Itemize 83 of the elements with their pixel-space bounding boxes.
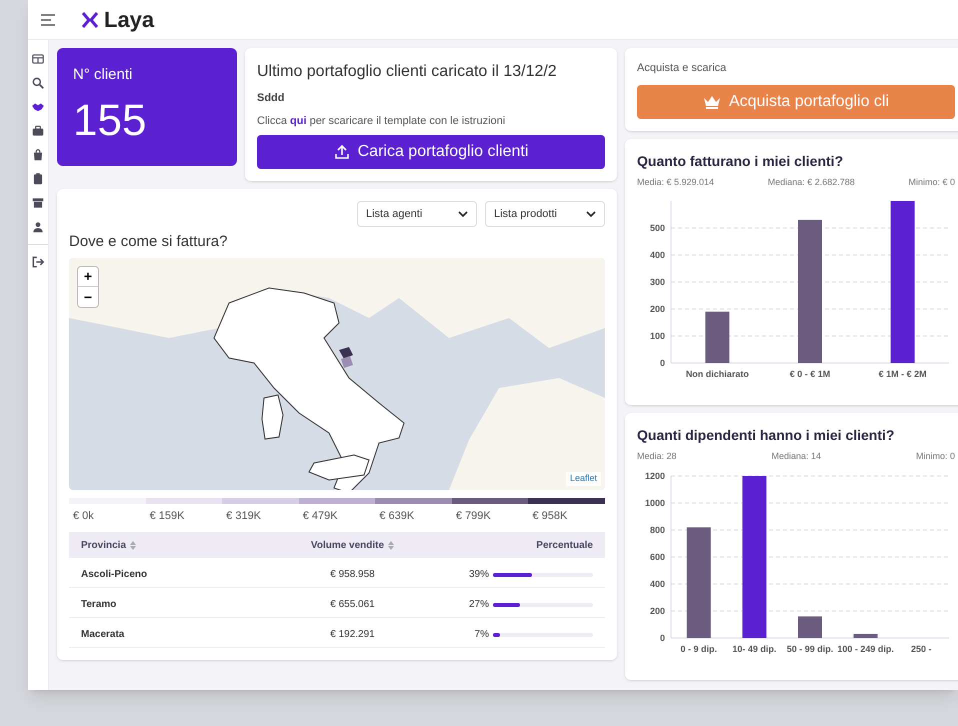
menu-icon[interactable] [40, 12, 56, 26]
zoom-in-button[interactable]: + [78, 266, 98, 286]
table-cell-text: Ascoli-Piceno [81, 568, 148, 582]
axis-tick-label: 800 [650, 524, 665, 534]
upload-icon [334, 144, 350, 160]
stat-text: Mediana: € 2.682.788 [768, 176, 855, 188]
file-name: Sddd [257, 91, 286, 106]
chevron-down-icon [586, 211, 596, 217]
zoom-out-button[interactable]: − [78, 286, 98, 306]
percent-text: 7% [474, 628, 489, 642]
axis-tick-label: 200 [650, 304, 665, 314]
axis-category-label: 50 - 99 dip. [786, 644, 834, 654]
bag-icon[interactable] [31, 148, 45, 162]
table-cell-text: € 958.958 [329, 568, 376, 582]
column-header[interactable]: Provincia [81, 538, 126, 552]
hint-text: Clicca qui per scaricare il template con le istruzioni [257, 114, 506, 128]
bar[interactable] [742, 476, 766, 638]
bar[interactable] [798, 616, 822, 638]
axis-tick-label: 1000 [644, 498, 665, 508]
logout-icon[interactable] [31, 255, 45, 269]
percent-text: 39% [468, 568, 489, 582]
briefcase-icon[interactable] [31, 124, 45, 138]
legend-label: € 159K [148, 508, 186, 524]
bar[interactable] [686, 526, 711, 638]
stat-text: Mediana: 14 [771, 450, 822, 463]
axis-tick-label: 300 [650, 277, 665, 287]
layout-icon[interactable] [31, 52, 45, 66]
card-title: Dove e come si fattura? [69, 232, 228, 252]
filter-dropdown[interactable]: Lista agenti [357, 201, 477, 227]
chevron-down-icon [458, 211, 468, 217]
axis-tick-label: 600 [650, 552, 665, 562]
clipboard-icon[interactable] [31, 172, 45, 186]
bar[interactable] [854, 633, 878, 638]
axis-category-label: 10- 49 dip. [732, 644, 776, 654]
logo: Laya [104, 6, 154, 34]
stat-text: Minimo: 0 [916, 450, 955, 463]
archive-icon[interactable] [31, 196, 45, 210]
stat-text: Media: 28 [637, 450, 677, 463]
legend-label: € 799K [454, 508, 492, 524]
axis-category-label: 100 - 249 dip. [837, 644, 894, 654]
crown-icon [702, 94, 721, 108]
attribution-link[interactable]: Leaflet [566, 472, 601, 486]
axis-tick-label: 400 [650, 250, 665, 260]
card-label: N° clienti [73, 65, 134, 85]
card-title: Ultimo portafoglio clienti caricato il 13/12/2 [257, 62, 558, 82]
filter-dropdown[interactable]: Lista prodotti [485, 201, 605, 227]
axis-category-label: Non dichiarato [686, 369, 749, 379]
column-header[interactable]: Volume vendite [310, 538, 384, 552]
axis-tick-label: 100 [650, 331, 665, 341]
stat-text: Minimo: € 0 [908, 176, 955, 188]
table-cell-text: € 655.061 [329, 598, 376, 612]
axis-tick-label: 0 [660, 358, 665, 368]
axis-tick-label: 500 [650, 223, 665, 233]
axis-category-label: 0 - 9 dip. [680, 644, 718, 654]
legend-label: € 958K [531, 508, 568, 524]
logo-icon [80, 10, 100, 30]
percent-text: 27% [468, 598, 489, 612]
column-header[interactable]: Percentuale [536, 538, 593, 552]
card-title: Quanto fatturano i miei clienti? [637, 152, 844, 171]
card-text: Acquista e scarica [637, 61, 728, 76]
legend-label: € 0k [72, 508, 95, 524]
table-cell-text: Teramo [81, 598, 118, 612]
axis-tick-label: 0 [660, 632, 665, 642]
legend-label: € 319K [225, 508, 262, 524]
axis-category-label: € 0 - € 1M [790, 369, 830, 379]
person-icon[interactable] [31, 220, 45, 234]
legend-label: € 639K [378, 508, 416, 524]
axis-tick-label: 400 [650, 578, 665, 588]
axis-tick-label: 200 [650, 606, 665, 616]
upload-button[interactable]: Carica portafoglio clienti [257, 135, 605, 169]
search-icon[interactable] [31, 76, 45, 90]
map[interactable]: + − Leaflet [69, 258, 605, 490]
table-cell-text: Macerata [81, 628, 126, 642]
legend-label: € 479K [302, 508, 339, 524]
bar[interactable] [890, 201, 915, 363]
axis-category-label: 250 - [910, 644, 932, 654]
axis-tick-label: 1200 [644, 470, 665, 480]
axis-category-label: € 1M - € 2M [878, 369, 927, 379]
table-cell-text: € 192.291 [329, 628, 376, 642]
client-count: 155 [73, 98, 148, 142]
stat-text: Media: € 5.929.014 [637, 176, 714, 188]
card-title: Quanti dipendenti hanno i miei clienti? [637, 426, 896, 445]
bar[interactable] [705, 312, 730, 363]
